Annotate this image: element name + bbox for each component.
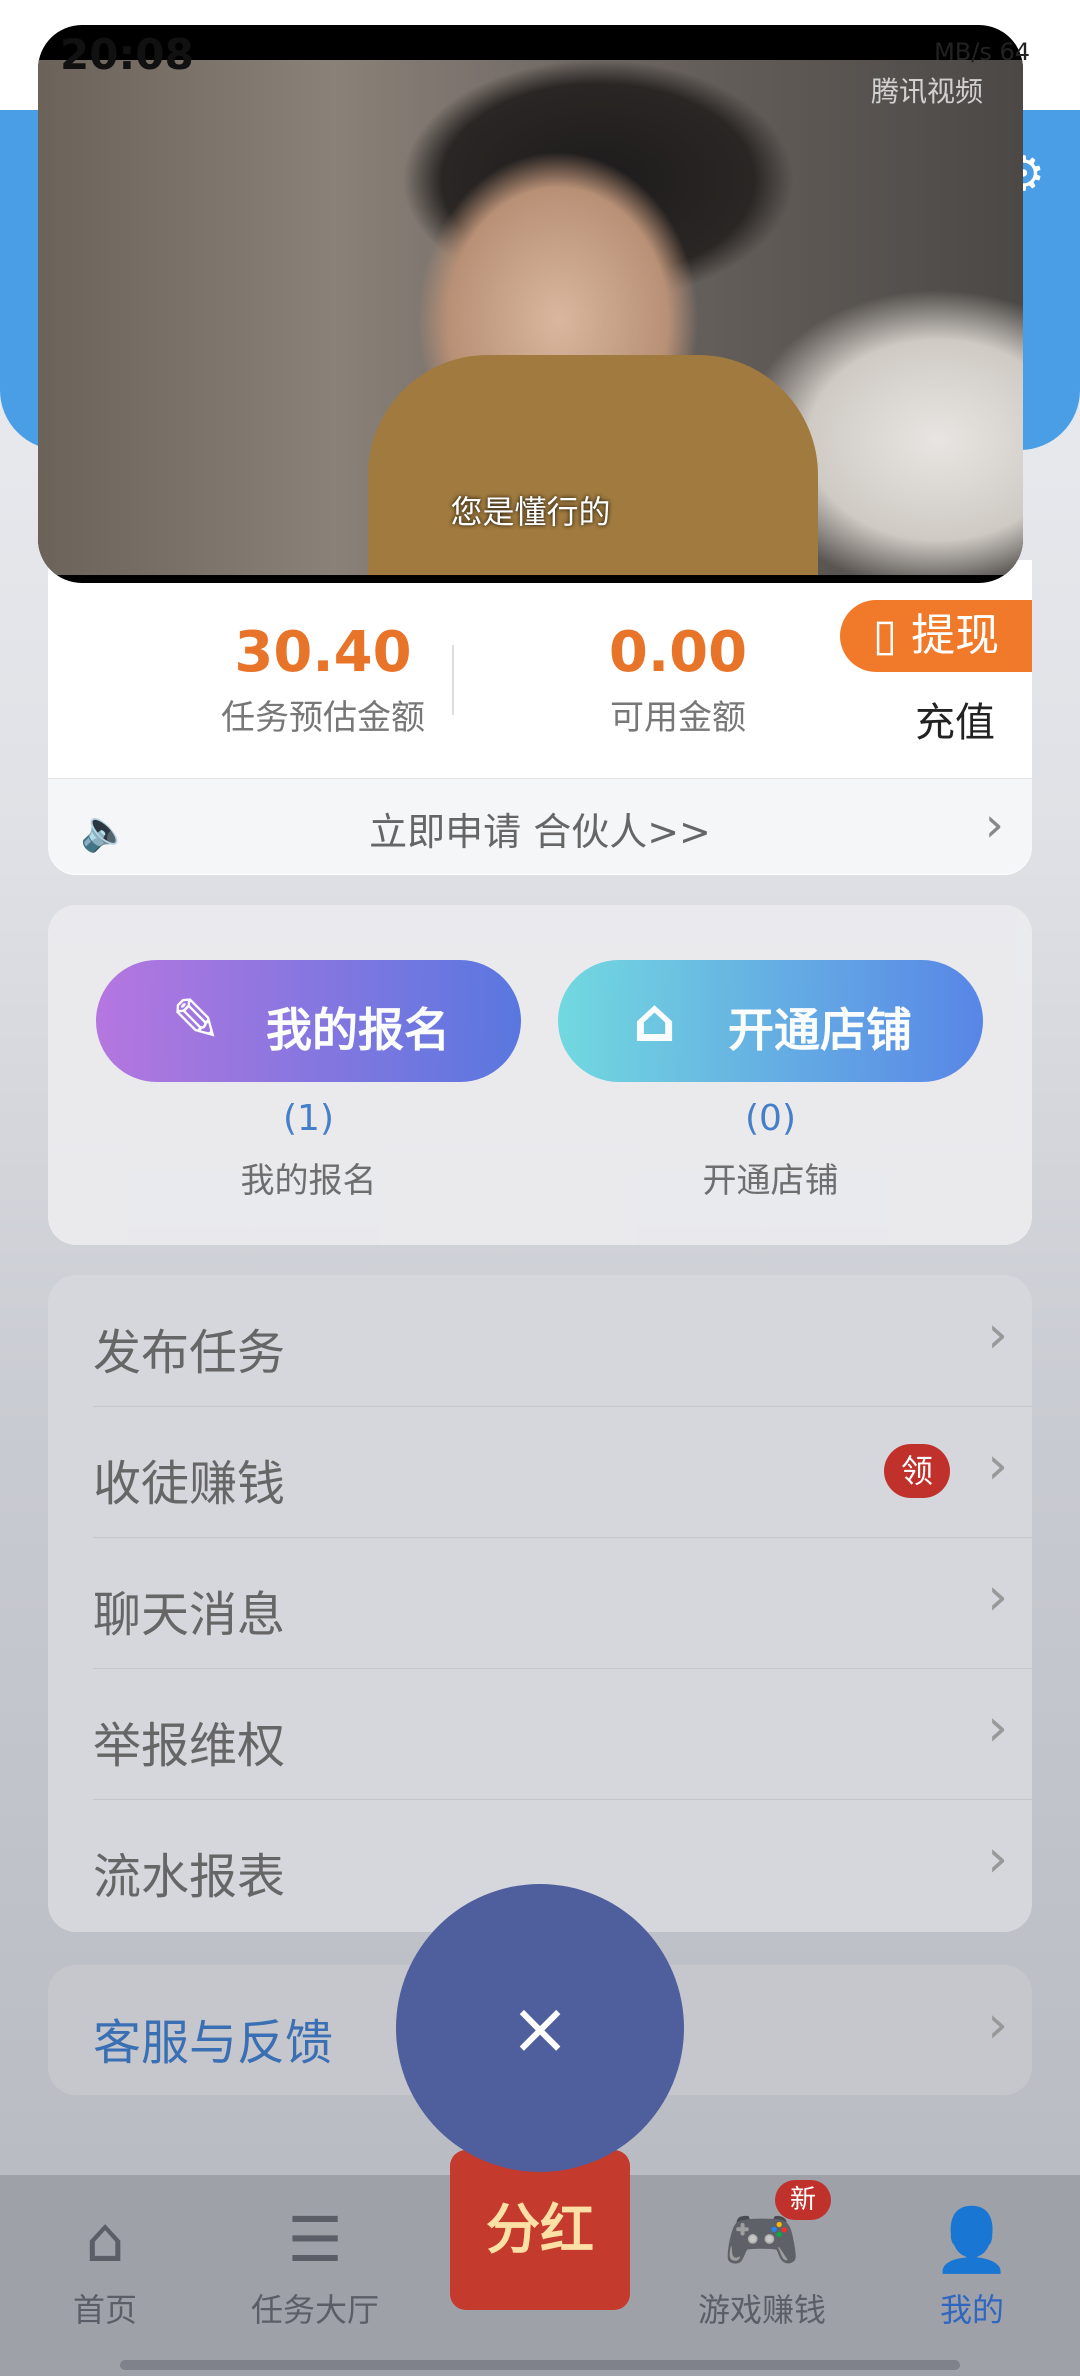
chevron-right-icon: ›: [987, 1829, 1008, 1889]
menu-list: 发布任务 › 收徒赚钱 领 › 聊天消息 › 举报维权 › 流水报表 ›: [48, 1275, 1032, 1932]
video-subtitle: 您是懂行的: [450, 493, 611, 531]
status-time: 20:08: [60, 30, 194, 79]
gesture-bar[interactable]: [120, 2360, 960, 2370]
recharge-link[interactable]: 充值: [915, 690, 995, 748]
my-signup-button[interactable]: ✎ 我的报名: [96, 960, 521, 1082]
chevron-right-icon: ›: [987, 1305, 1008, 1365]
store-icon: ⌂: [633, 986, 676, 1056]
withdraw-button[interactable]: ▯ 提现: [840, 600, 1032, 672]
nav-games[interactable]: 🎮 游戏赚钱: [672, 2195, 852, 2331]
chevron-right-icon: ›: [987, 1995, 1008, 2055]
nav-mine[interactable]: 👤 我的: [882, 2195, 1062, 2331]
nav-home-label: 首页: [72, 2291, 137, 2329]
withdraw-label: 提现: [911, 610, 1000, 661]
menu-item-publish-task[interactable]: 发布任务 ›: [93, 1275, 1032, 1407]
nav-home[interactable]: ⌂ 首页: [15, 2195, 195, 2331]
menu-item-label: 举报维权: [93, 1718, 286, 1774]
available-label: 可用金额: [610, 698, 746, 738]
partner-notice[interactable]: 🔈 立即申请 合伙人>> ›: [48, 778, 1032, 874]
actions-card: ✎ 我的报名 ⌂ 开通店铺 (1) (0) 我的报名 开通店铺: [48, 905, 1032, 1245]
menu-item-chat[interactable]: 聊天消息 ›: [93, 1537, 1032, 1669]
notice-text: 立即申请 合伙人>>: [369, 810, 711, 854]
status-indicators: MB/s 64: [934, 38, 1030, 66]
store-caption: 开通店铺: [702, 1161, 839, 1201]
claim-badge: 领: [884, 1444, 950, 1498]
signup-count: (1): [283, 1098, 334, 1139]
nav-tasks-label: 任务大厅: [250, 2291, 379, 2329]
video-frame-detail: [368, 355, 818, 575]
menu-item-label: 流水报表: [93, 1849, 286, 1905]
menu-item-label: 发布任务: [93, 1325, 286, 1381]
list-icon: ☰: [287, 2203, 343, 2276]
chevron-right-icon: ›: [987, 1698, 1008, 1758]
task-estimate-value: 30.40: [234, 620, 412, 685]
home-icon: ⌂: [85, 2203, 125, 2276]
menu-item-recruit[interactable]: 收徒赚钱 领 ›: [93, 1406, 1032, 1538]
phone-icon: ▯: [872, 610, 898, 661]
task-estimate-label: 任务预估金额: [221, 698, 425, 738]
user-icon: 👤: [933, 2203, 1011, 2276]
nav-tasks[interactable]: ☰ 任务大厅: [225, 2195, 405, 2331]
chevron-right-icon: ›: [987, 1436, 1008, 1496]
menu-item-label: 聊天消息: [93, 1587, 286, 1643]
nav-mine-label: 我的: [939, 2291, 1004, 2329]
signup-caption: 我的报名: [240, 1161, 377, 1201]
nav-bonus[interactable]: 分红: [450, 2150, 630, 2310]
chevron-right-icon: ›: [984, 797, 1004, 853]
video-brand: 腾讯视频: [870, 75, 983, 108]
new-badge: 新: [775, 2180, 831, 2220]
close-overlay-button[interactable]: ×: [396, 1884, 684, 2172]
open-store-button[interactable]: ⌂ 开通店铺: [558, 960, 983, 1082]
divider: [452, 645, 454, 715]
floating-video-player[interactable]: 腾讯视频 您是懂行的: [38, 25, 1023, 583]
my-signup-label: 我的报名: [266, 1003, 450, 1057]
available-value: 0.00: [608, 620, 748, 685]
store-count: (0): [745, 1098, 796, 1139]
edit-icon: ✎: [171, 986, 222, 1056]
nav-games-label: 游戏赚钱: [697, 2291, 826, 2329]
open-store-label: 开通店铺: [728, 1003, 912, 1057]
chevron-right-icon: ›: [987, 1567, 1008, 1627]
service-label: 客服与反馈: [93, 2015, 334, 2071]
menu-item-label: 收徒赚钱: [93, 1456, 286, 1512]
menu-item-report[interactable]: 举报维权 ›: [93, 1668, 1032, 1800]
